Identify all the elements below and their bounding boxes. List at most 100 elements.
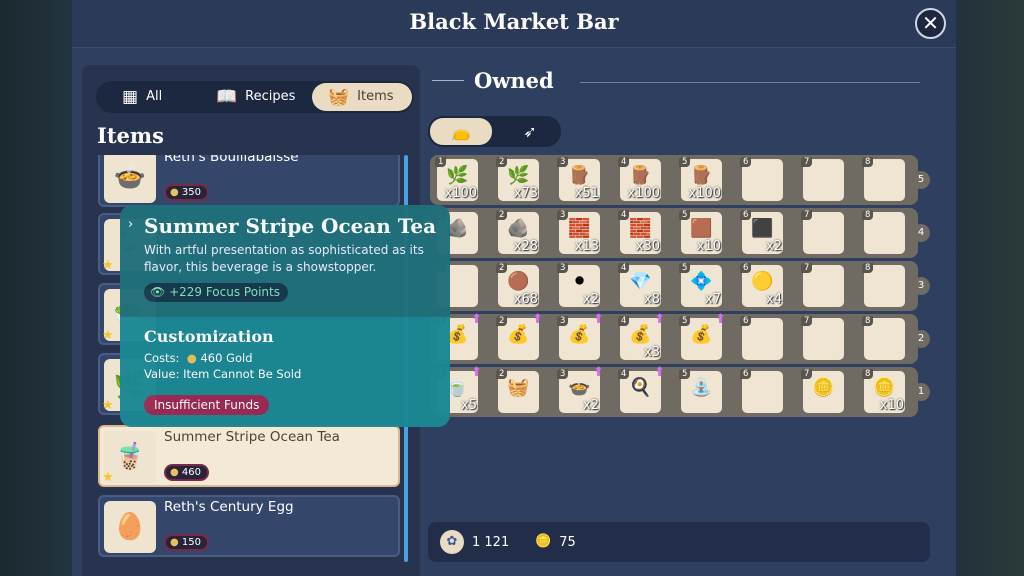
inventory-slot[interactable]: 4 💰 ⬆ x3: [618, 312, 665, 360]
tab-label: Recipes: [245, 89, 296, 104]
item-count: x28: [513, 239, 538, 254]
owned-filter: 👝 ➶: [428, 116, 561, 147]
inventory-slot[interactable]: 8: [862, 316, 905, 360]
item-tooltip: › Summer Stripe Ocean Tea With artful pr…: [120, 205, 450, 427]
star-icon: ★: [102, 328, 114, 343]
feather-icon[interactable]: ➶: [510, 118, 550, 145]
list-heading: Items: [97, 123, 164, 148]
gold-coin-icon: ●: [186, 351, 197, 365]
inventory-slot[interactable]: 4 🪵 x100: [618, 157, 661, 201]
inventory-slot[interactable]: 2 🟤 x68: [496, 263, 539, 307]
item-count: x68: [513, 292, 538, 307]
item-icon: 🍲: [568, 377, 591, 398]
slot-number: 8: [862, 263, 874, 273]
list-item[interactable]: 🍲 Reth's Bouillabaisse ● 350: [98, 155, 400, 207]
inventory-slot[interactable]: 8: [862, 210, 905, 254]
inventory-slot[interactable]: 2 🧺: [496, 369, 539, 413]
item-name: Summer Stripe Ocean Tea: [164, 429, 340, 445]
inventory-row: 5 1 🌿 x100 2 🌿 x73 3 🪵 x51 4 🪵 x100 5 🪵 x100 6 7 8: [430, 155, 930, 205]
price-value: 350: [181, 187, 201, 198]
inventory-slot[interactable]: 7: [801, 316, 844, 360]
row-number: 4: [912, 224, 930, 242]
list-item[interactable]: 🧋 ★ Summer Stripe Ocean Tea ● 460: [98, 425, 400, 487]
item-count: x73: [513, 186, 538, 201]
upgrade-arrow-icon: ⬆: [593, 365, 604, 380]
upgrade-arrow-icon: ⬆: [654, 312, 665, 327]
item-count: x2: [583, 398, 599, 413]
star-icon: ★: [102, 470, 114, 485]
tab-items[interactable]: 🧺 Items: [312, 83, 412, 111]
inventory-slot[interactable]: 8: [862, 157, 905, 201]
inventory-slot[interactable]: 1 🌿 x100: [435, 157, 478, 201]
inventory-slot[interactable]: 7: [801, 210, 844, 254]
owned-title: Owned: [474, 68, 554, 93]
inventory-slot[interactable]: 4 💎 x8: [618, 263, 661, 307]
inventory-slot[interactable]: 4 🧱 x30: [618, 210, 661, 254]
inventory-slot[interactable]: 7: [801, 263, 844, 307]
inventory-slot[interactable]: 2 💰 ⬆: [496, 312, 543, 360]
tab-recipes[interactable]: 📖 Recipes: [200, 83, 310, 111]
upgrade-arrow-icon: ⬆: [471, 365, 482, 380]
customization-heading: Customization: [144, 327, 274, 346]
tooltip-title: Summer Stripe Ocean Tea: [144, 214, 437, 238]
inventory-slot[interactable]: 6: [740, 157, 783, 201]
item-icon: 🧱: [568, 218, 591, 239]
inventory-slot[interactable]: 3 🧱 x13: [557, 210, 600, 254]
tab-all[interactable]: ▦ All: [106, 83, 196, 111]
item-name: Reth's Bouillabaisse: [164, 155, 299, 165]
inventory-slot[interactable]: 2 🌿 x73: [496, 157, 539, 201]
price-badge: ● 150: [164, 534, 209, 551]
item-icon: 🟫: [690, 218, 713, 239]
inventory-slot[interactable]: 5 🟫 x10: [679, 210, 722, 254]
star-icon: ★: [102, 398, 114, 413]
item-count: x2: [766, 239, 782, 254]
inventory-slot[interactable]: 6 ⬛ x2: [740, 210, 783, 254]
item-icon: 💰: [629, 324, 652, 345]
item-icon: 🪵: [568, 165, 591, 186]
inventory-slot[interactable]: 5 🪵 x100: [679, 157, 722, 201]
item-count: x100: [444, 186, 477, 201]
close-icon[interactable]: ✕: [915, 8, 946, 39]
row-number: 1: [912, 383, 930, 401]
eye-icon: 👁: [150, 285, 170, 299]
value-value: Item Cannot Be Sold: [183, 367, 302, 381]
slot-number: 7: [801, 157, 813, 167]
inventory-slot[interactable]: 4 🍳 ⬆: [618, 365, 665, 413]
currency-bar: ✿ 1 121 🪙 75: [428, 522, 930, 562]
owned-heading: Owned: [432, 68, 554, 93]
inventory-row: 21💰⬆2💰⬆3💰⬆4💰⬆x35💰⬆678: [430, 312, 930, 364]
grid-icon: ▦: [122, 87, 139, 107]
item-thumbnail: 🍲: [104, 155, 156, 203]
inventory-slot[interactable]: 3 🍲 ⬆ x2: [557, 365, 604, 413]
item-count: x100: [627, 186, 660, 201]
item-icon: 🌿: [507, 165, 530, 186]
slot-number: 6: [740, 316, 752, 326]
item-count: x7: [705, 292, 721, 307]
inventory-slot[interactable]: 5 💰 ⬆: [679, 312, 726, 360]
list-item[interactable]: 🥚 Reth's Century Egg ● 150: [98, 495, 400, 557]
inventory-slot[interactable]: 3 💰 ⬆: [557, 312, 604, 360]
item-icon: 💰: [507, 324, 530, 345]
arrow-icon: ›: [128, 217, 134, 232]
value-row: Value: Item Cannot Be Sold: [144, 367, 301, 381]
inventory-slot[interactable]: 2 🪨 x28: [496, 210, 539, 254]
price-value: 460: [181, 467, 201, 478]
inventory-slot[interactable]: 6: [740, 369, 783, 413]
inventory-slot[interactable]: 7 🪙: [801, 369, 844, 413]
inventory-slot[interactable]: 8: [862, 263, 905, 307]
inventory-slot[interactable]: 6 🟡 x4: [740, 263, 783, 307]
item-icon: 🪙: [812, 377, 835, 398]
inventory-slot[interactable]: 6: [740, 316, 783, 360]
inventory-row: 312🟤x683⚫x24💎x85💠x76🟡x478: [430, 261, 930, 311]
inventory-slot[interactable]: 3 🪵 x51: [557, 157, 600, 201]
inventory-slot[interactable]: 3 ⚫ x2: [557, 263, 600, 307]
item-icon: 🪙: [873, 377, 896, 398]
inventory-slot[interactable]: 5 ⛲: [679, 369, 722, 413]
inventory-slot[interactable]: 5 💠 x7: [679, 263, 722, 307]
inventory-slot[interactable]: 8 🪙 x10: [862, 369, 905, 413]
item-icon: 💠: [690, 271, 713, 292]
item-count: x30: [635, 239, 660, 254]
inventory-slot[interactable]: 7: [801, 157, 844, 201]
item-icon: 🧺: [507, 377, 530, 398]
bag-icon[interactable]: 👝: [430, 118, 492, 145]
